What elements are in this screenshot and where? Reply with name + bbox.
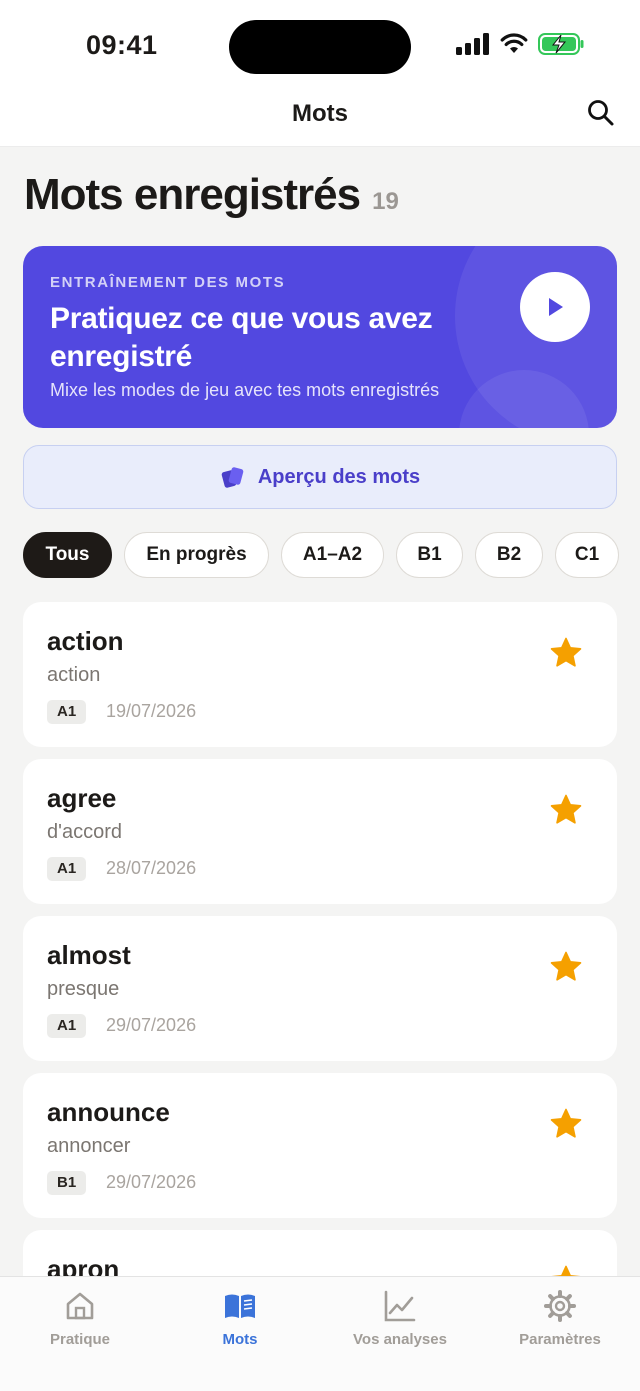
tab-label: Paramètres — [519, 1331, 601, 1348]
level-badge: B1 — [47, 1171, 87, 1195]
star-icon[interactable] — [549, 636, 583, 670]
star-icon[interactable] — [549, 950, 583, 984]
banner-subtitle: Mixe les modes de jeu avec tes mots enre… — [50, 380, 440, 400]
filter-chip-c1[interactable]: C1 — [555, 532, 619, 578]
star-icon[interactable] — [549, 793, 583, 827]
filter-chip-b2[interactable]: B2 — [475, 532, 543, 578]
filter-chip-in-progress[interactable]: En progrès — [124, 532, 269, 578]
word-term: almost — [47, 940, 131, 970]
home-icon — [66, 1292, 94, 1320]
status-icons — [456, 33, 584, 55]
word-card[interactable]: almost presque A1 29/07/2026 — [23, 916, 617, 1061]
tab-analytics[interactable]: Vos analyses — [320, 1277, 480, 1391]
filter-chip-b1[interactable]: B1 — [396, 532, 463, 578]
top-bar: 09:41 Mots — [0, 0, 640, 147]
battery-charging-icon — [538, 33, 584, 55]
gear-icon — [544, 1290, 576, 1322]
filter-chip-a1-a2[interactable]: A1–A2 — [281, 532, 384, 578]
chart-icon — [384, 1290, 416, 1322]
level-badge: A1 — [47, 700, 87, 724]
tab-settings[interactable]: Paramètres — [480, 1277, 640, 1391]
word-translation: d'accord — [47, 821, 122, 843]
play-button[interactable] — [520, 272, 590, 342]
wifi-icon — [500, 33, 528, 53]
saved-date: 28/07/2026 — [106, 858, 197, 878]
tab-label: Pratique — [49, 1331, 110, 1348]
word-translation: action — [47, 664, 101, 686]
banner-title: Pratiquez ce que vous avez enregistré — [50, 302, 433, 373]
word-card[interactable]: announce annoncer B1 29/07/2026 — [23, 1073, 617, 1218]
word-term: action — [47, 626, 124, 656]
word-term: announce — [47, 1097, 170, 1127]
tab-label: Vos analyses — [353, 1331, 447, 1348]
filter-chips: Tous En progrès A1–A2 B1 B2 C1 — [23, 532, 640, 580]
tab-label: Mots — [222, 1331, 258, 1348]
word-term: agree — [47, 783, 117, 813]
word-overview-button[interactable]: Aperçu des mots — [23, 445, 617, 509]
word-card[interactable]: action action A1 19/07/2026 — [23, 602, 617, 747]
level-badge: A1 — [47, 1014, 87, 1038]
tab-words[interactable]: Mots — [160, 1277, 320, 1391]
word-term: apron — [47, 1254, 120, 1278]
practice-banner[interactable]: ENTRAÎNEMENT DES MOTS Pratiquez ce que v… — [23, 246, 617, 428]
filter-chip-all[interactable]: Tous — [23, 532, 112, 578]
saved-date: 29/07/2026 — [106, 1015, 197, 1035]
page-heading: Mots enregistrés 19 — [24, 170, 399, 220]
overview-label: Aperçu des mots — [257, 465, 421, 488]
word-translation: presque — [47, 978, 120, 1000]
page-title: Mots enregistrés — [24, 170, 361, 219]
level-badge: A1 — [47, 857, 87, 881]
status-time: 09:41 — [86, 30, 158, 60]
search-button[interactable] — [586, 98, 616, 128]
nav-title: Mots — [292, 100, 348, 127]
play-icon — [549, 298, 563, 316]
book-icon — [225, 1294, 255, 1318]
star-icon[interactable] — [549, 1107, 583, 1141]
saved-date: 29/07/2026 — [106, 1172, 197, 1192]
word-translation: annoncer — [47, 1135, 131, 1157]
banner-kicker: ENTRAÎNEMENT DES MOTS — [50, 274, 286, 291]
tab-practice[interactable]: Pratique — [0, 1277, 160, 1391]
word-count: 19 — [372, 188, 399, 215]
cellular-signal-icon — [456, 33, 489, 55]
word-card[interactable]: agree d'accord A1 28/07/2026 — [23, 759, 617, 904]
dynamic-island — [229, 20, 411, 74]
saved-date: 19/07/2026 — [106, 701, 197, 721]
search-icon — [588, 100, 614, 126]
word-card[interactable]: apron — [23, 1230, 617, 1278]
tab-bar: Pratique Mots Vos analyses Paramètres — [0, 1276, 640, 1391]
word-list: action action A1 19/07/2026 agree d'acco… — [23, 602, 617, 1278]
cards-icon — [221, 467, 244, 488]
